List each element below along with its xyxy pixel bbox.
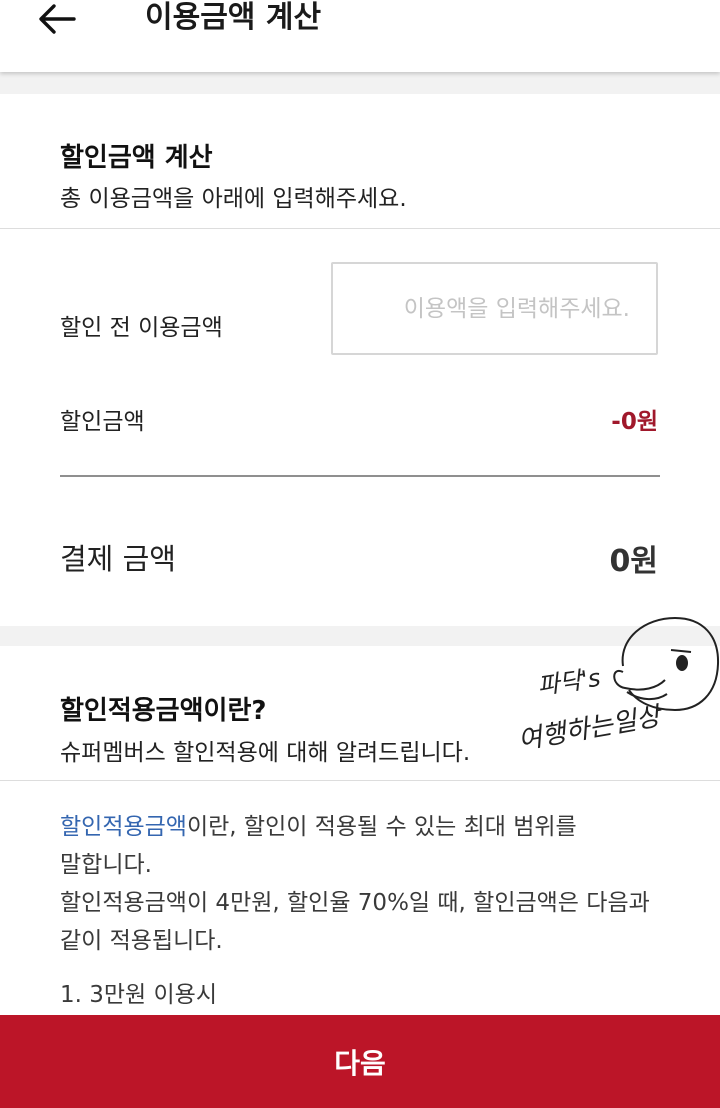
info-list-item: 1. 3만원 이용시 xyxy=(60,982,217,1008)
payment-value: 0원 xyxy=(609,544,658,579)
divider xyxy=(0,780,720,781)
discount-term-link[interactable]: 할인적용금액 xyxy=(60,814,187,840)
info-paragraph-1-text: 이란, 할인이 적용될 수 있는 최대 범위를 xyxy=(186,814,577,840)
info-section-title: 할인적용금액이란? xyxy=(60,696,267,726)
sum-divider xyxy=(60,475,660,477)
back-button[interactable] xyxy=(34,0,78,40)
calc-section-title: 할인금액 계산 xyxy=(60,143,213,173)
info-paragraph-1: 할인적용금액이란, 할인이 적용될 수 있는 최대 범위를 말합니다. xyxy=(60,808,660,884)
discount-label: 할인금액 xyxy=(60,409,145,435)
page-title: 이용금액 계산 xyxy=(145,0,322,35)
amount-input[interactable] xyxy=(331,262,658,355)
discount-value: -0원 xyxy=(611,409,658,435)
next-button[interactable]: 다음 xyxy=(0,1015,720,1108)
back-arrow-icon xyxy=(39,4,76,34)
section-gap xyxy=(0,72,720,94)
before-discount-label: 할인 전 이용금액 xyxy=(60,315,223,341)
info-paragraph-1-line2: 말합니다. xyxy=(60,852,152,878)
divider xyxy=(0,228,720,229)
app-header: 이용금액 계산 xyxy=(0,0,720,72)
calc-section-subtitle: 총 이용금액을 아래에 입력해주세요. xyxy=(60,186,407,212)
info-section-subtitle: 슈퍼멤버스 할인적용에 대해 알려드립니다. xyxy=(60,740,471,766)
payment-label: 결제 금액 xyxy=(60,542,176,576)
info-paragraph-2: 할인적용금액이 4만원, 할인율 70%일 때, 할인금액은 다음과 같이 적용… xyxy=(60,890,650,954)
watermark-logo: 파닥's 여행하는일상 xyxy=(515,610,720,760)
